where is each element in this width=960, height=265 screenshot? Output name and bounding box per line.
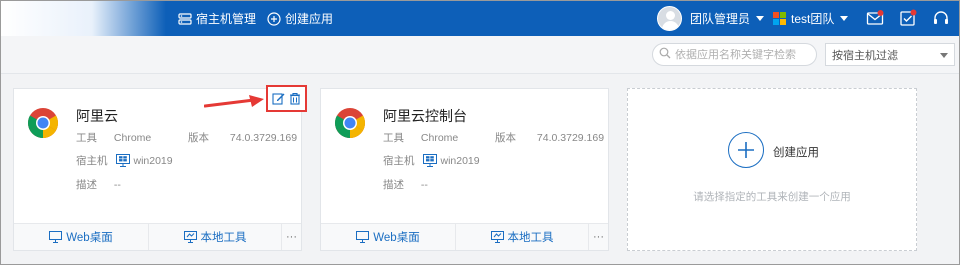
create-app-card[interactable]: 创建应用 请选择指定的工具来创建一个应用 [627, 88, 917, 251]
plus-circle-icon [267, 11, 281, 26]
desc-value: -- [420, 179, 428, 191]
tool-label: 工具 [383, 132, 404, 144]
card-footer: Web桌面 本地工具 ··· [14, 223, 301, 250]
app-card[interactable]: 阿里云控制台 工具 Chrome 版本 74.0.3729.169 宿主机 wi… [320, 88, 609, 251]
local-tool-button[interactable]: 本地工具 [149, 224, 282, 250]
host-filter-label: 按宿主机过滤 [832, 49, 898, 62]
user-menu[interactable]: 团队管理员 [690, 1, 765, 36]
tool-row: 工具 Chrome [383, 130, 458, 145]
desc-row: 描述 -- [76, 177, 121, 192]
nav-host-management[interactable]: 宿主机管理 [178, 1, 256, 36]
nav-host-management-label: 宿主机管理 [196, 12, 257, 26]
version-row: 版本 74.0.3729.169 [495, 130, 604, 145]
server-icon [178, 12, 192, 25]
web-desktop-button[interactable]: Web桌面 [14, 224, 149, 250]
windows-host-icon [422, 154, 437, 167]
local-tool-icon [183, 231, 197, 243]
app-card[interactable]: 阿里云 工具 Chrome 版本 74.0.3729.169 宿主机 win20… [13, 85, 307, 251]
create-app-hint: 请选择指定的工具来创建一个应用 [693, 191, 851, 203]
desc-label: 描述 [76, 179, 97, 191]
edit-icon[interactable] [272, 92, 285, 105]
host-row: 宿主机 win2019 [383, 153, 480, 168]
search-icon [659, 47, 671, 62]
host-label: 宿主机 [76, 155, 108, 167]
mail-icon[interactable] [865, 8, 885, 28]
annotation-arrow-icon [204, 95, 264, 108]
local-tool-button[interactable]: 本地工具 [456, 224, 589, 250]
local-tool-label: 本地工具 [507, 232, 554, 244]
windows-host-icon [115, 154, 130, 167]
search-box[interactable] [652, 43, 817, 66]
more-menu-button[interactable]: ··· [282, 224, 301, 250]
host-row: 宿主机 win2019 [76, 153, 173, 168]
filter-toolbar: 按宿主机过滤 [1, 36, 959, 74]
team-name: test团队 [791, 12, 835, 26]
chevron-down-icon [756, 16, 765, 21]
local-tool-icon [490, 231, 504, 243]
version-label: 版本 [188, 132, 209, 144]
host-value: win2019 [440, 154, 480, 167]
chrome-icon [334, 108, 366, 138]
monitor-icon [49, 231, 63, 243]
plus-icon[interactable] [728, 132, 764, 168]
web-desktop-label: Web桌面 [373, 232, 420, 244]
web-desktop-button[interactable]: Web桌面 [321, 224, 456, 250]
desc-row: 描述 -- [383, 177, 428, 192]
app-name: 阿里云控制台 [383, 108, 467, 124]
logo-area [1, 1, 166, 36]
chevron-down-icon [940, 53, 948, 58]
more-menu-button[interactable]: ··· [589, 224, 608, 250]
chrome-icon [27, 108, 59, 138]
team-menu[interactable]: test团队 [791, 1, 849, 36]
tool-row: 工具 Chrome [76, 130, 151, 145]
app-window: 宿主机管理 创建应用 团队管理员 test团队 依据应用名称关键字检索 按宿主机… [0, 0, 960, 265]
tool-label: 工具 [76, 132, 97, 144]
team-logo-icon [773, 12, 786, 25]
desc-label: 描述 [383, 179, 404, 191]
create-app-label[interactable]: 创建应用 [773, 144, 819, 160]
tool-value: Chrome [420, 132, 459, 144]
search-input[interactable] [675, 48, 815, 61]
headset-icon[interactable] [931, 8, 951, 28]
version-value: 74.0.3729.169 [229, 132, 298, 144]
user-name: 团队管理员 [690, 12, 751, 26]
host-label: 宿主机 [383, 155, 415, 167]
chevron-down-icon [840, 16, 849, 21]
host-value: win2019 [133, 154, 173, 167]
card-footer: Web桌面 本地工具 ··· [321, 223, 608, 250]
nav-create-app-label: 创建应用 [285, 12, 334, 26]
web-desktop-label: Web桌面 [66, 232, 113, 244]
desc-value: -- [113, 179, 121, 191]
host-filter-select[interactable]: 按宿主机过滤 [825, 43, 955, 66]
version-row: 版本 74.0.3729.169 [188, 130, 297, 145]
version-label: 版本 [495, 132, 516, 144]
card-action-group [266, 85, 307, 112]
app-name: 阿里云 [76, 108, 118, 124]
monitor-icon [356, 231, 370, 243]
top-navigation-bar: 宿主机管理 创建应用 团队管理员 test团队 [1, 1, 959, 36]
version-value: 74.0.3729.169 [536, 132, 605, 144]
task-check-icon[interactable] [898, 8, 918, 28]
tool-value: Chrome [113, 132, 152, 144]
nav-create-app[interactable]: 创建应用 [267, 1, 333, 36]
user-avatar[interactable] [657, 6, 682, 31]
trash-icon[interactable] [289, 92, 301, 105]
local-tool-label: 本地工具 [200, 232, 247, 244]
